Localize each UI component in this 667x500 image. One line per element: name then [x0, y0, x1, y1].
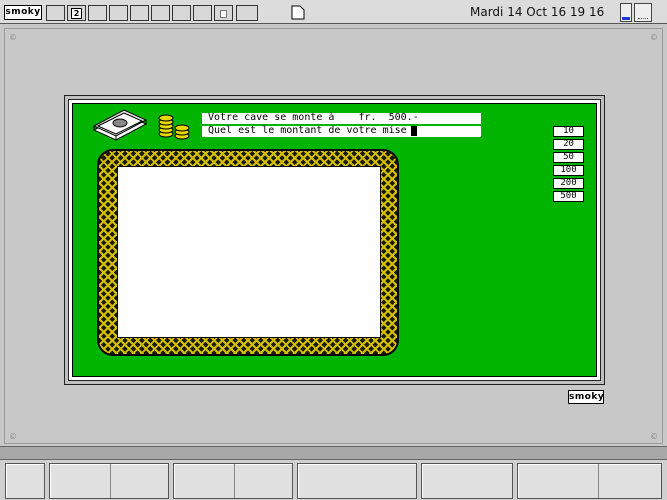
taskbar-slot-6[interactable] — [517, 463, 662, 499]
card-play-area — [117, 166, 381, 338]
document-icon[interactable] — [291, 5, 305, 20]
workspace-4-button[interactable] — [109, 5, 128, 21]
taskbar-slot-2[interactable] — [49, 463, 169, 499]
bet-button-20[interactable]: 20 — [553, 139, 584, 150]
workspace-5-button[interactable] — [130, 5, 149, 21]
bet-button-10[interactable]: 10 — [553, 126, 584, 137]
workspace-indicator — [220, 10, 227, 18]
taskbar-slot-4[interactable] — [297, 463, 417, 499]
bottom-taskbar — [0, 460, 667, 500]
bet-prompt-text: Quel est le montant de votre mise — [208, 125, 407, 136]
bet-prompt-line[interactable]: Quel est le montant de votre mise — [202, 126, 481, 137]
bottom-divider — [0, 446, 667, 460]
workspace-10-button[interactable] — [236, 5, 258, 21]
text-cursor — [410, 126, 417, 136]
bet-button-100[interactable]: 100 — [553, 165, 584, 176]
bet-button-200[interactable]: 200 — [553, 178, 584, 189]
workspace-6-button[interactable] — [151, 5, 170, 21]
taskbar-slot-5[interactable] — [421, 463, 513, 499]
workspace-9-button[interactable] — [214, 5, 233, 21]
workspace-3-button[interactable] — [88, 5, 107, 21]
workspace-active-number: 2 — [71, 8, 82, 19]
workspace-8-button[interactable] — [193, 5, 212, 21]
workspace-2-button[interactable]: 2 — [67, 5, 86, 21]
taskbar-slot-3[interactable] — [173, 463, 293, 499]
bet-button-500[interactable]: 500 — [553, 191, 584, 202]
bankroll-line: Votre cave se monte à fr. 500.- — [202, 113, 481, 124]
top-taskbar: smoky 2 Mardi 14 Oct 16 19 16 — [0, 0, 667, 24]
slot-divider — [234, 464, 235, 498]
smoky-menu-button[interactable]: smoky — [4, 5, 42, 20]
coin-stack-icon — [158, 114, 190, 140]
trash-button[interactable] — [634, 3, 652, 22]
corner-icon-br: © — [650, 432, 658, 441]
taskbar-slot-1[interactable] — [5, 463, 45, 499]
trash-icon — [638, 18, 648, 19]
clock: Mardi 14 Oct 16 19 16 — [470, 5, 605, 19]
slot-divider — [110, 464, 111, 498]
workspace-7-button[interactable] — [172, 5, 191, 21]
corner-icon-tl: © — [9, 33, 17, 42]
smoky-logo-small[interactable]: smoky — [568, 390, 604, 404]
banknotes-icon — [92, 109, 148, 141]
slot-divider — [598, 464, 599, 498]
corner-icon-tr: © — [650, 33, 658, 42]
workspace-1-button[interactable] — [46, 5, 65, 21]
bet-button-50[interactable]: 50 — [553, 152, 584, 163]
memory-gauge — [620, 3, 632, 22]
corner-icon-bl: © — [9, 432, 17, 441]
memory-gauge-fill — [622, 17, 630, 20]
